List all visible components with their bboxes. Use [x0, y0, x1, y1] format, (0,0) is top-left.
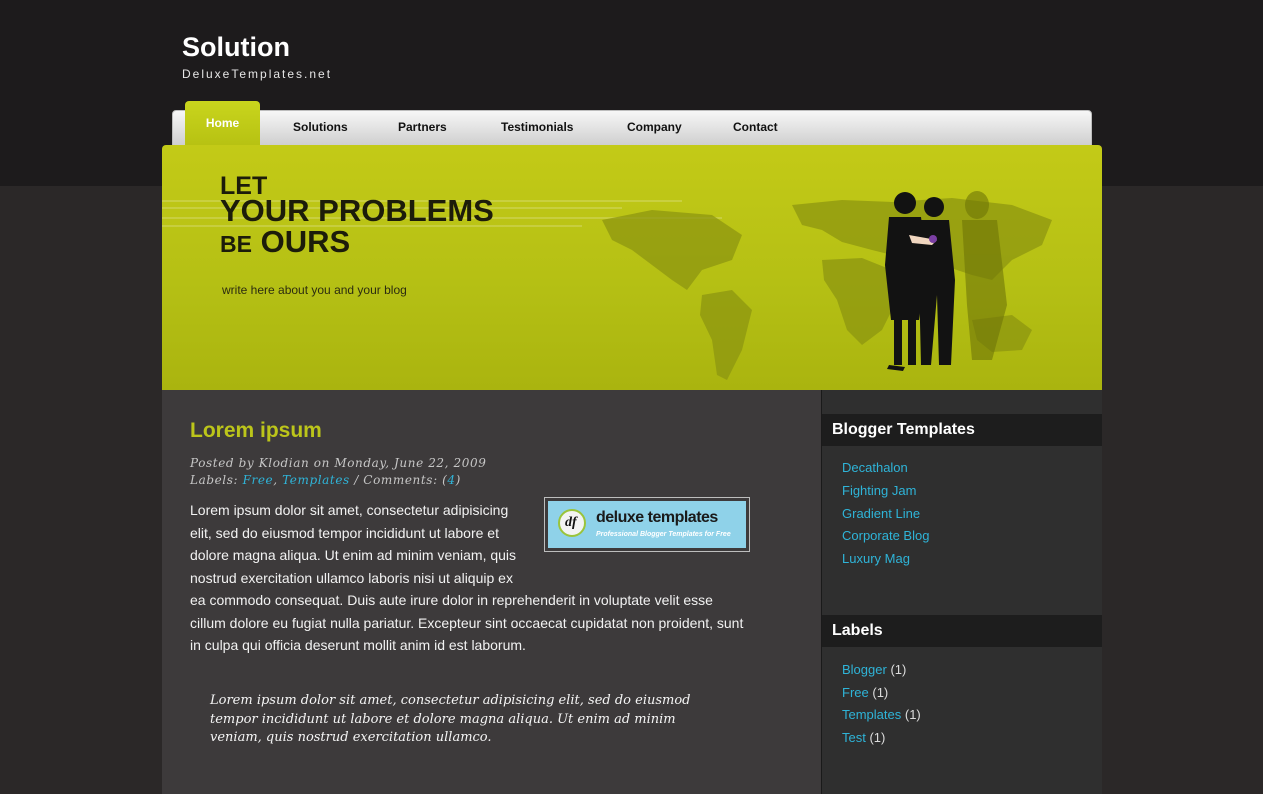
- sidebar-link-gradient-line[interactable]: Gradient Line: [842, 506, 920, 521]
- post-meta-byline: Posted by Klodian on Monday, June 22, 20…: [190, 456, 486, 470]
- post-title[interactable]: Lorem ipsum: [190, 419, 322, 443]
- headline-be: BE: [220, 231, 252, 257]
- label-link-blogger[interactable]: Blogger: [842, 662, 887, 677]
- site-description: DeluxeTemplates.net: [182, 67, 333, 81]
- post-label-link[interactable]: Free: [243, 473, 274, 487]
- header-tagline: write here about you and your blog: [222, 283, 407, 297]
- image-float-spacer: [522, 499, 750, 567]
- nav-item-partners[interactable]: Partners: [398, 120, 447, 134]
- nav-item-company[interactable]: Company: [627, 120, 682, 134]
- on-label: on: [313, 456, 330, 470]
- label-count: (1): [872, 685, 889, 700]
- header-banner: LET YOUR PROBLEMS BE OURS write here abo…: [162, 145, 1102, 390]
- nav-item-testimonials[interactable]: Testimonials: [501, 120, 573, 134]
- comments-prefix: / Comments:: [354, 473, 438, 487]
- label-item-blogger: Blogger (1): [842, 662, 906, 677]
- label-link-templates[interactable]: Templates: [842, 707, 901, 722]
- label-count: (1): [869, 730, 886, 745]
- widget-title-labels: Labels: [832, 622, 883, 639]
- label-item-free: Free (1): [842, 685, 888, 700]
- post-author: Klodian: [258, 456, 310, 470]
- post-label-link[interactable]: Templates: [282, 473, 350, 487]
- business-people-illustration: [885, 191, 1007, 371]
- sidebar-link-decathalon[interactable]: Decathalon: [842, 460, 908, 475]
- sidebar-link-fighting-jam[interactable]: Fighting Jam: [842, 483, 916, 498]
- label-link-free[interactable]: Free: [842, 685, 869, 700]
- label-item-test: Test (1): [842, 730, 885, 745]
- comments-count-link[interactable]: 4: [447, 473, 455, 487]
- labels-prefix: Labels:: [190, 473, 239, 487]
- post-date: Monday, June 22, 2009: [334, 456, 487, 470]
- nav-item-home[interactable]: Home: [185, 101, 260, 147]
- label-count: (1): [904, 707, 921, 722]
- label-link-test[interactable]: Test: [842, 730, 866, 745]
- post-meta-labels: Labels: Free, Templates / Comments: (4): [190, 473, 461, 487]
- post-body: Lorem ipsum dolor sit amet, consectetur …: [190, 499, 750, 657]
- posted-by-label: Posted by: [190, 456, 255, 470]
- sidebar-link-corporate-blog[interactable]: Corporate Blog: [842, 528, 929, 543]
- nav-item-contact[interactable]: Contact: [733, 120, 778, 134]
- widget-title-templates: Blogger Templates: [832, 421, 975, 438]
- headline-ours: OURS: [260, 224, 351, 259]
- headline-line3: BE OURS: [220, 224, 350, 260]
- sidebar-link-luxury-mag[interactable]: Luxury Mag: [842, 551, 910, 566]
- label-count: (1): [890, 662, 907, 677]
- post-blockquote: Lorem ipsum dolor sit amet, consectetur …: [210, 693, 691, 745]
- label-item-templates: Templates (1): [842, 707, 921, 722]
- nav-item-solutions[interactable]: Solutions: [293, 120, 348, 134]
- site-title[interactable]: Solution: [182, 32, 290, 63]
